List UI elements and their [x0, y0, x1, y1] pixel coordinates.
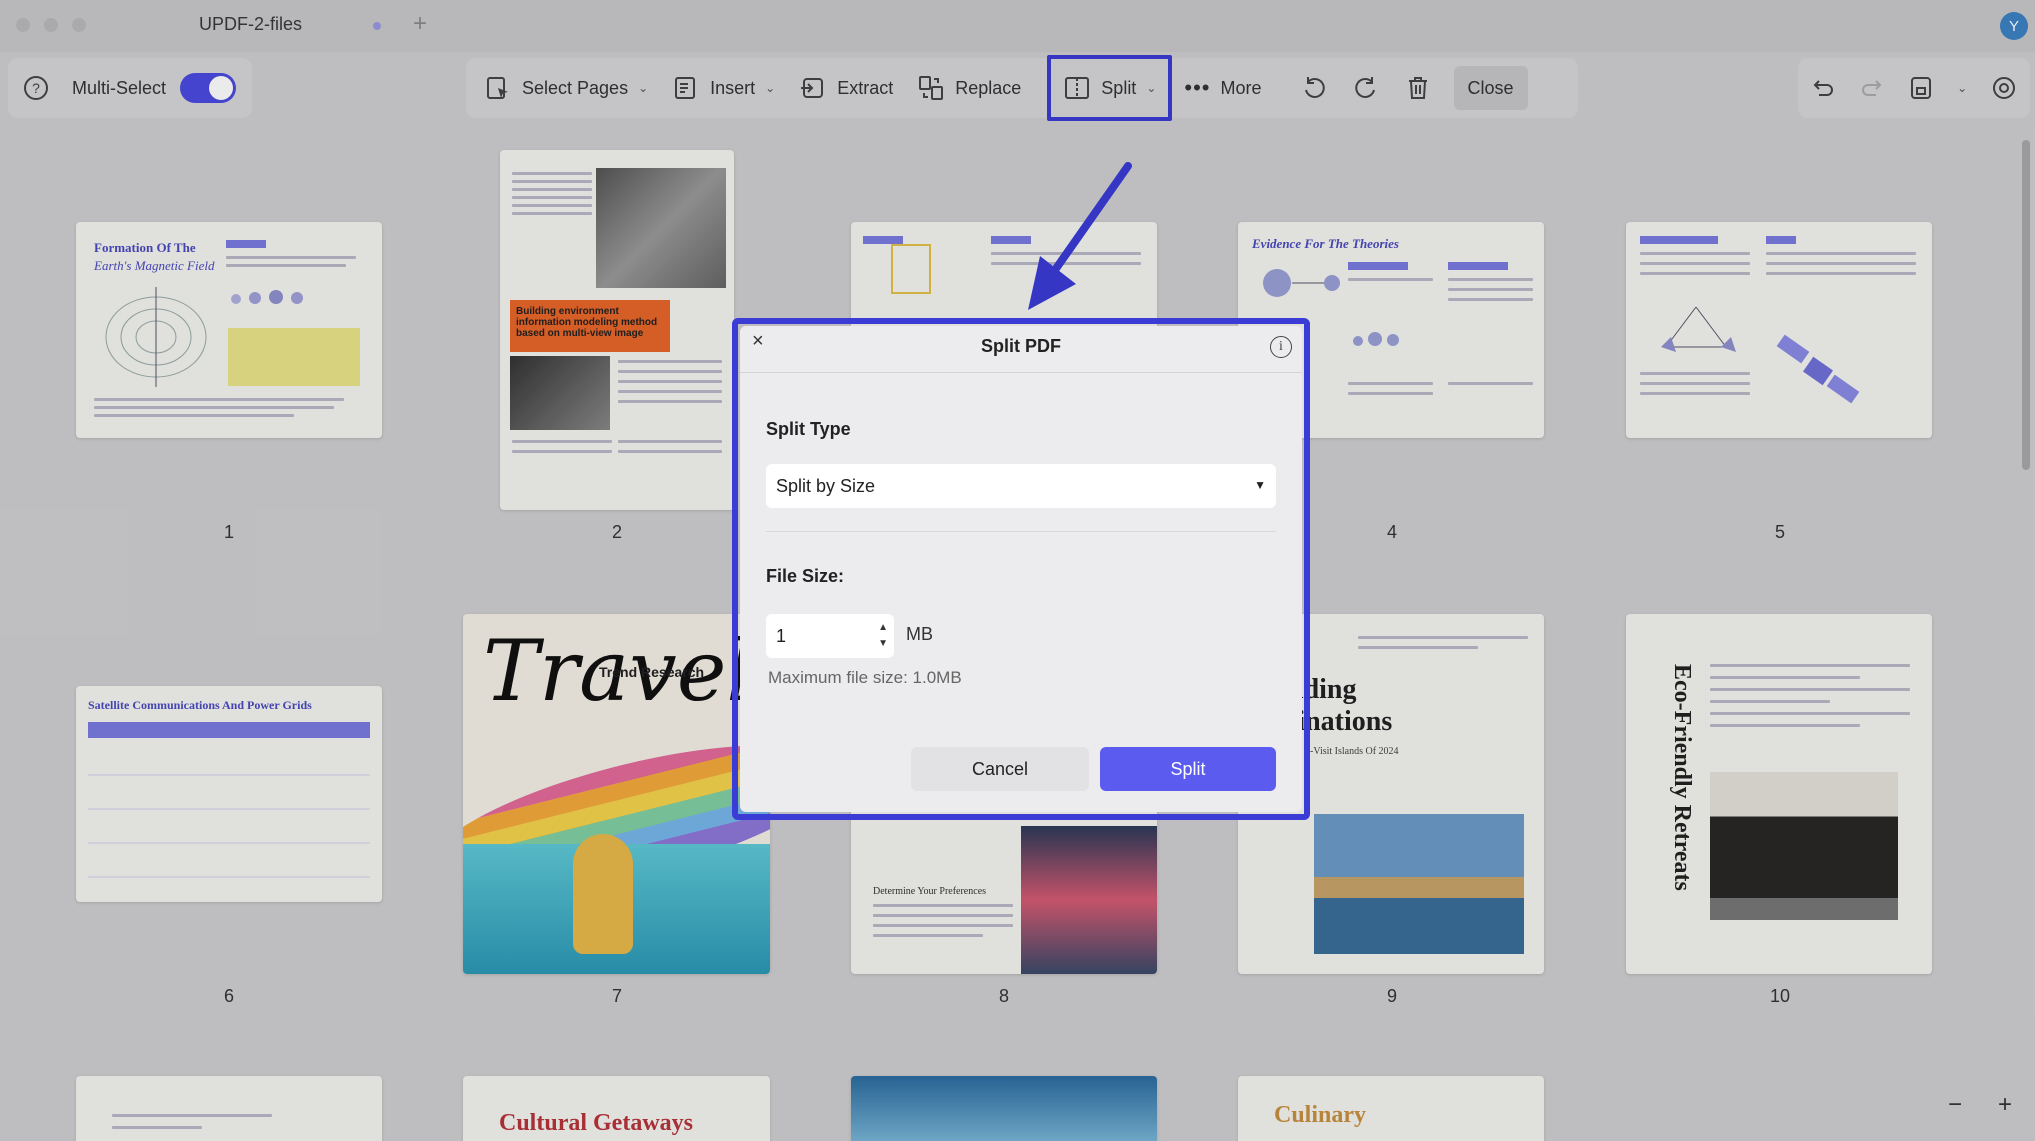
- dialog-divider: [740, 372, 1302, 373]
- cancel-button[interactable]: Cancel: [911, 747, 1089, 791]
- split-type-label: Split Type: [766, 419, 851, 439]
- file-size-value: 1: [776, 625, 787, 646]
- file-size-label: File Size:: [766, 566, 845, 586]
- split-type-value: Split by Size: [776, 475, 876, 496]
- file-size-unit: MB: [906, 624, 933, 644]
- dialog-title: Split PDF: [981, 336, 1061, 356]
- stepper-down-icon[interactable]: ▼: [878, 636, 888, 652]
- split-type-select[interactable]: Split by Size ▼: [766, 464, 1276, 508]
- max-file-size-hint: Maximum file size: 1.0MB: [768, 668, 962, 687]
- info-icon[interactable]: i: [1270, 336, 1292, 358]
- file-size-stepper[interactable]: ▲ ▼: [878, 620, 888, 652]
- stepper-up-icon[interactable]: ▲: [878, 620, 888, 636]
- section-divider: [766, 531, 1276, 532]
- split-pdf-dialog: × Split PDF i Split Type Split by Size ▼…: [740, 326, 1302, 812]
- file-size-input[interactable]: 1 ▲ ▼: [766, 614, 894, 658]
- dropdown-arrow-icon: ▼: [1254, 478, 1266, 492]
- split-confirm-button[interactable]: Split: [1100, 747, 1276, 791]
